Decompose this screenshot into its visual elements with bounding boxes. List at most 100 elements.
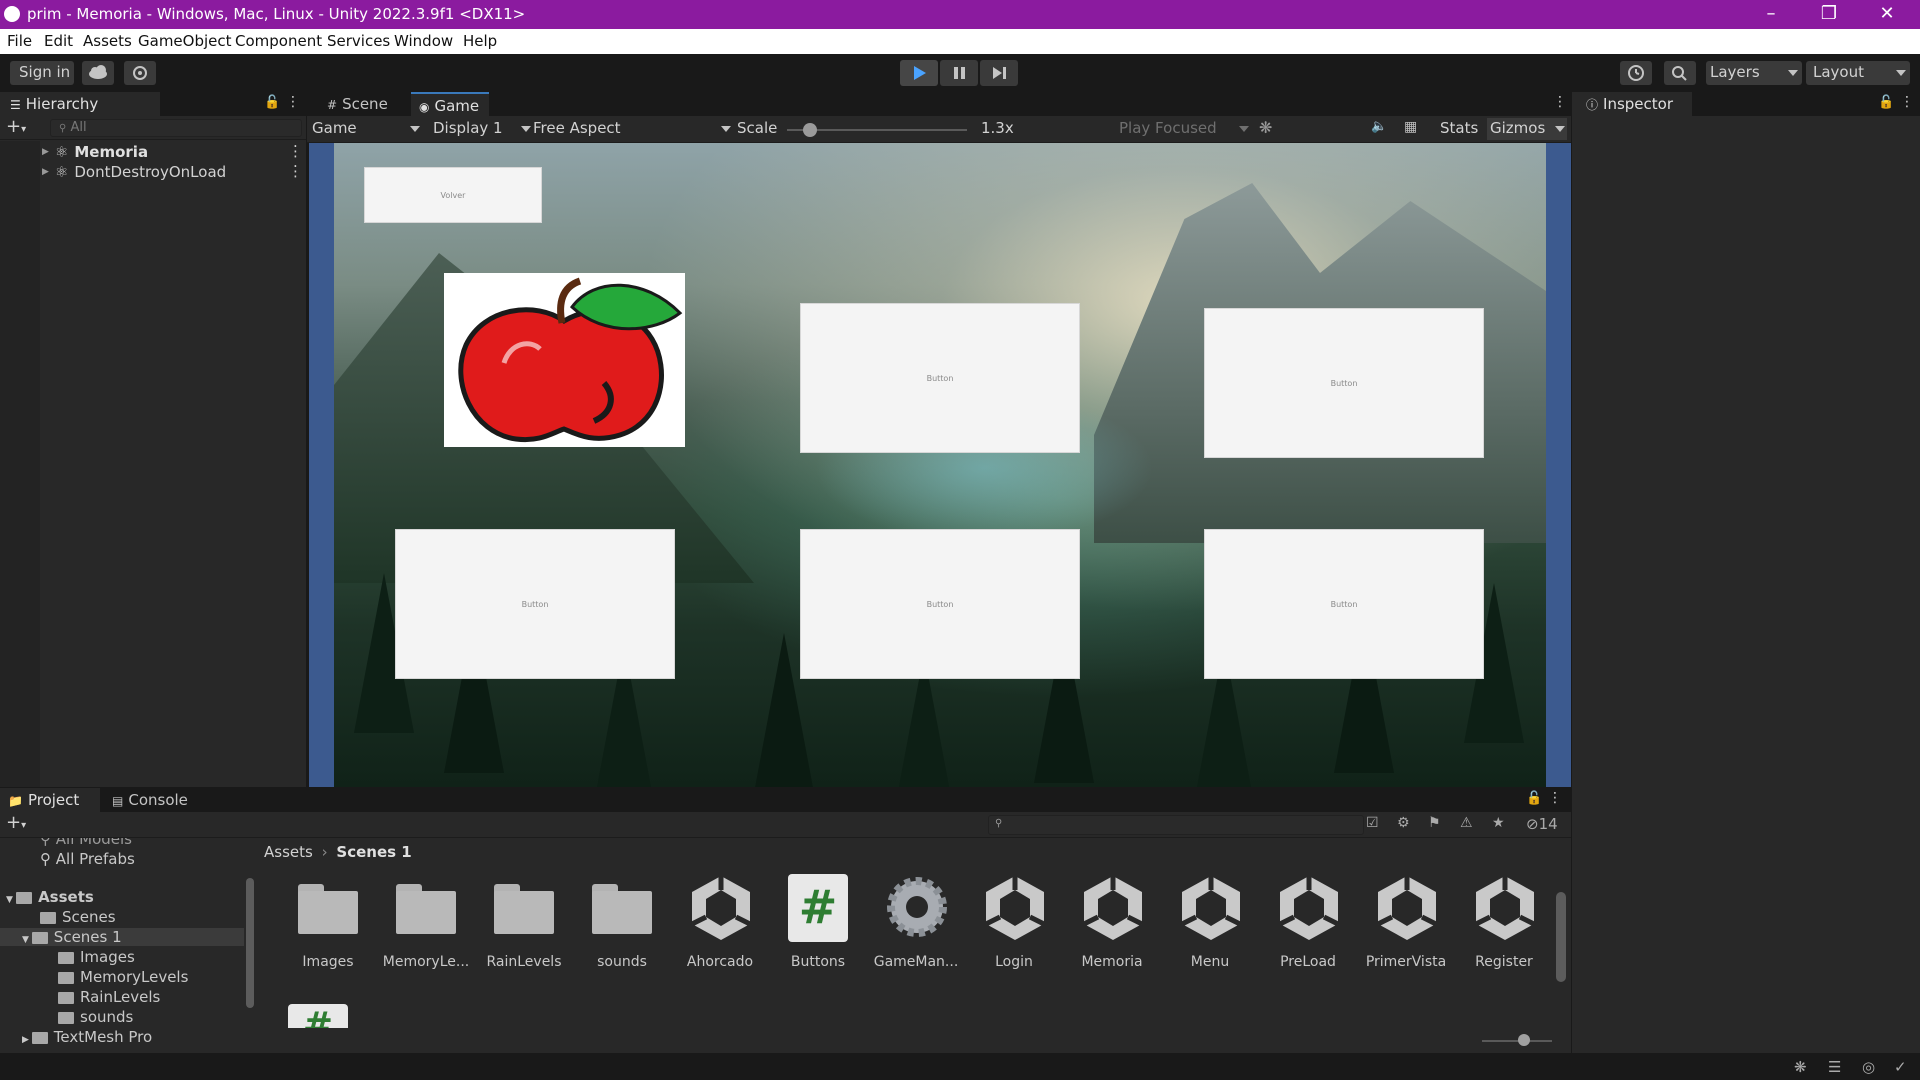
sign-in-button[interactable]: Sign in <box>10 61 74 85</box>
create-asset-button[interactable]: +▾ <box>6 812 26 833</box>
panel-menu-icon[interactable]: ⋮ <box>1900 94 1914 110</box>
minimize-icon[interactable]: – <box>1742 0 1800 29</box>
apple-card[interactable] <box>444 273 685 447</box>
warning-icon[interactable]: ⚠ <box>1460 815 1473 831</box>
hierarchy-item[interactable]: ▶ ⚛ DontDestroyOnLoad ⋮ <box>0 162 306 182</box>
network-icon[interactable]: ◎ <box>1862 1058 1875 1076</box>
menu-file[interactable]: File <box>7 32 32 50</box>
tab-scene[interactable]: # Scene <box>317 92 397 116</box>
stats-button[interactable]: Stats <box>1440 119 1478 137</box>
memory-card-button[interactable]: Button <box>395 529 675 679</box>
lock-icon[interactable]: 🔓 <box>1878 95 1894 110</box>
search-button[interactable] <box>1664 61 1696 85</box>
asset-item[interactable]: Login <box>966 868 1062 988</box>
asset-item[interactable]: MemoryLe... <box>378 868 474 988</box>
mute-audio-icon[interactable]: 🔈 <box>1371 119 1387 134</box>
tree-item[interactable]: RainLevels <box>58 988 160 1006</box>
panel-menu-icon[interactable]: ⋮ <box>1553 94 1567 110</box>
icon-size-slider[interactable] <box>1482 1034 1552 1046</box>
hierarchy-search-input[interactable]: ⚲ All <box>50 119 302 137</box>
layers-stack-icon[interactable]: ☰ <box>1828 1058 1841 1076</box>
tab-inspector[interactable]: ⓘ Inspector <box>1572 92 1692 116</box>
search-by-type-icon[interactable]: ☑ <box>1366 815 1379 831</box>
asset-item[interactable]: Ahorcado <box>672 868 768 988</box>
gizmos-dropdown[interactable]: Gizmos <box>1487 118 1567 140</box>
step-button[interactable] <box>980 60 1018 86</box>
tree-item[interactable]: ⚲ All Models <box>40 838 132 848</box>
scale-slider-thumb[interactable] <box>803 123 818 137</box>
asset-item[interactable]: PreLoad <box>1260 868 1356 988</box>
undo-history-button[interactable] <box>1620 61 1652 85</box>
menu-window[interactable]: Window <box>394 32 453 50</box>
menu-assets[interactable]: Assets <box>83 32 132 50</box>
memory-card-button[interactable]: Button <box>1204 308 1484 458</box>
lock-icon[interactable]: 🔓 <box>264 95 280 110</box>
project-search-input[interactable]: ⚲ <box>988 815 1364 835</box>
label-tag-icon[interactable]: ⚑ <box>1428 815 1441 831</box>
tree-item[interactable]: sounds <box>58 1008 133 1026</box>
check-icon[interactable]: ✓ <box>1894 1058 1907 1076</box>
lock-icon[interactable]: 🔓 <box>1526 791 1542 806</box>
panel-menu-icon[interactable]: ⋮ <box>1548 790 1562 806</box>
memory-card-button[interactable]: Button <box>1204 529 1484 679</box>
scale-slider[interactable] <box>787 123 967 137</box>
scrollbar-thumb[interactable] <box>1556 892 1566 982</box>
aspect-dropdown[interactable]: Free Aspect <box>533 119 733 137</box>
favorite-star-icon[interactable]: ★ <box>1492 815 1505 831</box>
tree-item[interactable]: ⚲ All Prefabs <box>40 850 135 868</box>
layers-dropdown[interactable]: Layers <box>1706 61 1802 85</box>
asset-item[interactable]: PrimerVista <box>1358 868 1454 988</box>
breadcrumb-scenes-1[interactable]: Scenes 1 <box>336 843 411 861</box>
layout-dropdown[interactable]: Layout <box>1806 61 1910 85</box>
asset-item[interactable]: Menu <box>1162 868 1258 988</box>
asset-item[interactable]: # Buttons <box>770 868 866 988</box>
play-button[interactable] <box>900 60 938 86</box>
menu-help[interactable]: Help <box>463 32 497 50</box>
asset-item[interactable]: RainLevels <box>476 868 572 988</box>
tree-item[interactable]: ▼ Assets <box>6 888 94 906</box>
tree-item-selected[interactable]: ▼ Scenes 1 <box>0 928 244 946</box>
tree-item[interactable]: ▶ TextMesh Pro <box>22 1028 152 1046</box>
tree-scrollbar[interactable] <box>246 878 254 1008</box>
tab-hierarchy[interactable]: ☰ Hierarchy <box>0 92 160 116</box>
memory-card-button[interactable]: Button <box>800 303 1080 453</box>
tab-console[interactable]: ▤ Console <box>112 788 212 812</box>
tab-game[interactable]: ◉ Game <box>411 92 489 116</box>
hierarchy-item[interactable]: ▶ ⚛ Memoria ⋮ <box>0 142 306 162</box>
display-dropdown[interactable]: Display 1 <box>433 119 533 137</box>
volver-button[interactable]: Volver <box>364 167 542 223</box>
tab-project[interactable]: 📁 Project <box>0 788 100 812</box>
tree-item[interactable]: Scenes <box>40 908 116 926</box>
hidden-packages-toggle[interactable]: ⊘14 <box>1526 815 1558 833</box>
keyboard-icon[interactable]: ▦ <box>1404 119 1417 135</box>
tree-item[interactable]: Images <box>58 948 135 966</box>
filter-type-icon[interactable]: ⚙ <box>1397 815 1410 831</box>
pause-button[interactable] <box>940 60 978 86</box>
menu-edit[interactable]: Edit <box>44 32 73 50</box>
panel-menu-icon[interactable]: ⋮ <box>286 94 300 110</box>
restore-icon[interactable]: ❐ <box>1800 0 1858 29</box>
slider-thumb[interactable] <box>1518 1034 1530 1046</box>
asset-item[interactable]: GameMan... <box>868 868 964 988</box>
menu-component[interactable]: Component <box>235 32 322 50</box>
asset-scrollbar[interactable] <box>1556 874 1566 1024</box>
bug-icon[interactable]: ❋ <box>1259 118 1272 137</box>
item-menu-icon[interactable]: ⋮ <box>288 142 303 160</box>
asset-item[interactable]: Images <box>280 868 376 988</box>
bug-report-icon[interactable]: ❋ <box>1794 1058 1807 1076</box>
game-mode-dropdown[interactable]: Game <box>312 119 422 137</box>
cloud-button[interactable] <box>82 61 114 85</box>
asset-item[interactable]: sounds <box>574 868 670 988</box>
asset-item[interactable]: Memoria <box>1064 868 1160 988</box>
game-view[interactable]: Volver Button Button Button Button Butto… <box>309 143 1571 787</box>
play-focused-dropdown[interactable]: Play Focused <box>1119 119 1249 137</box>
menu-services[interactable]: Services <box>327 32 390 50</box>
breadcrumb-assets[interactable]: Assets <box>264 843 313 861</box>
menu-gameobject[interactable]: GameObject <box>138 32 232 50</box>
collab-button[interactable] <box>124 61 156 85</box>
csharp-script-icon[interactable]: # <box>288 1004 348 1028</box>
close-icon[interactable]: ✕ <box>1858 0 1916 29</box>
add-object-button[interactable]: +▾ <box>6 116 26 137</box>
memory-card-button[interactable]: Button <box>800 529 1080 679</box>
asset-item[interactable]: Register <box>1456 868 1550 988</box>
